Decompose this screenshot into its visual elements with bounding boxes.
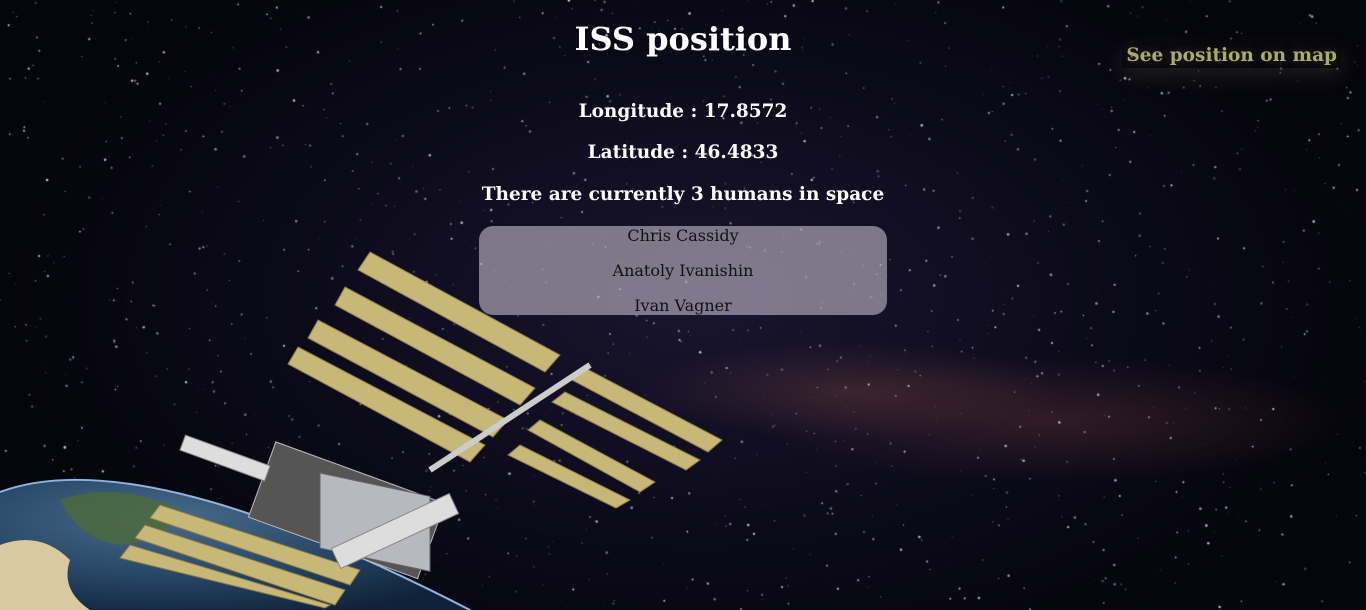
humans-in-space-count: There are currently 3 humans in space xyxy=(481,184,885,205)
crew-member: Anatoly Ivanishin xyxy=(612,261,754,280)
crew-member: Chris Cassidy xyxy=(627,226,739,245)
crew-member: Ivan Vagner xyxy=(634,296,732,315)
crew-list: Chris Cassidy Anatoly Ivanishin Ivan Vag… xyxy=(479,226,887,315)
longitude-text: Longitude : 17.8572 xyxy=(578,101,788,122)
latitude-text: Latitude : 46.4833 xyxy=(587,142,779,163)
see-position-on-map-link[interactable]: See position on map xyxy=(1122,43,1341,68)
